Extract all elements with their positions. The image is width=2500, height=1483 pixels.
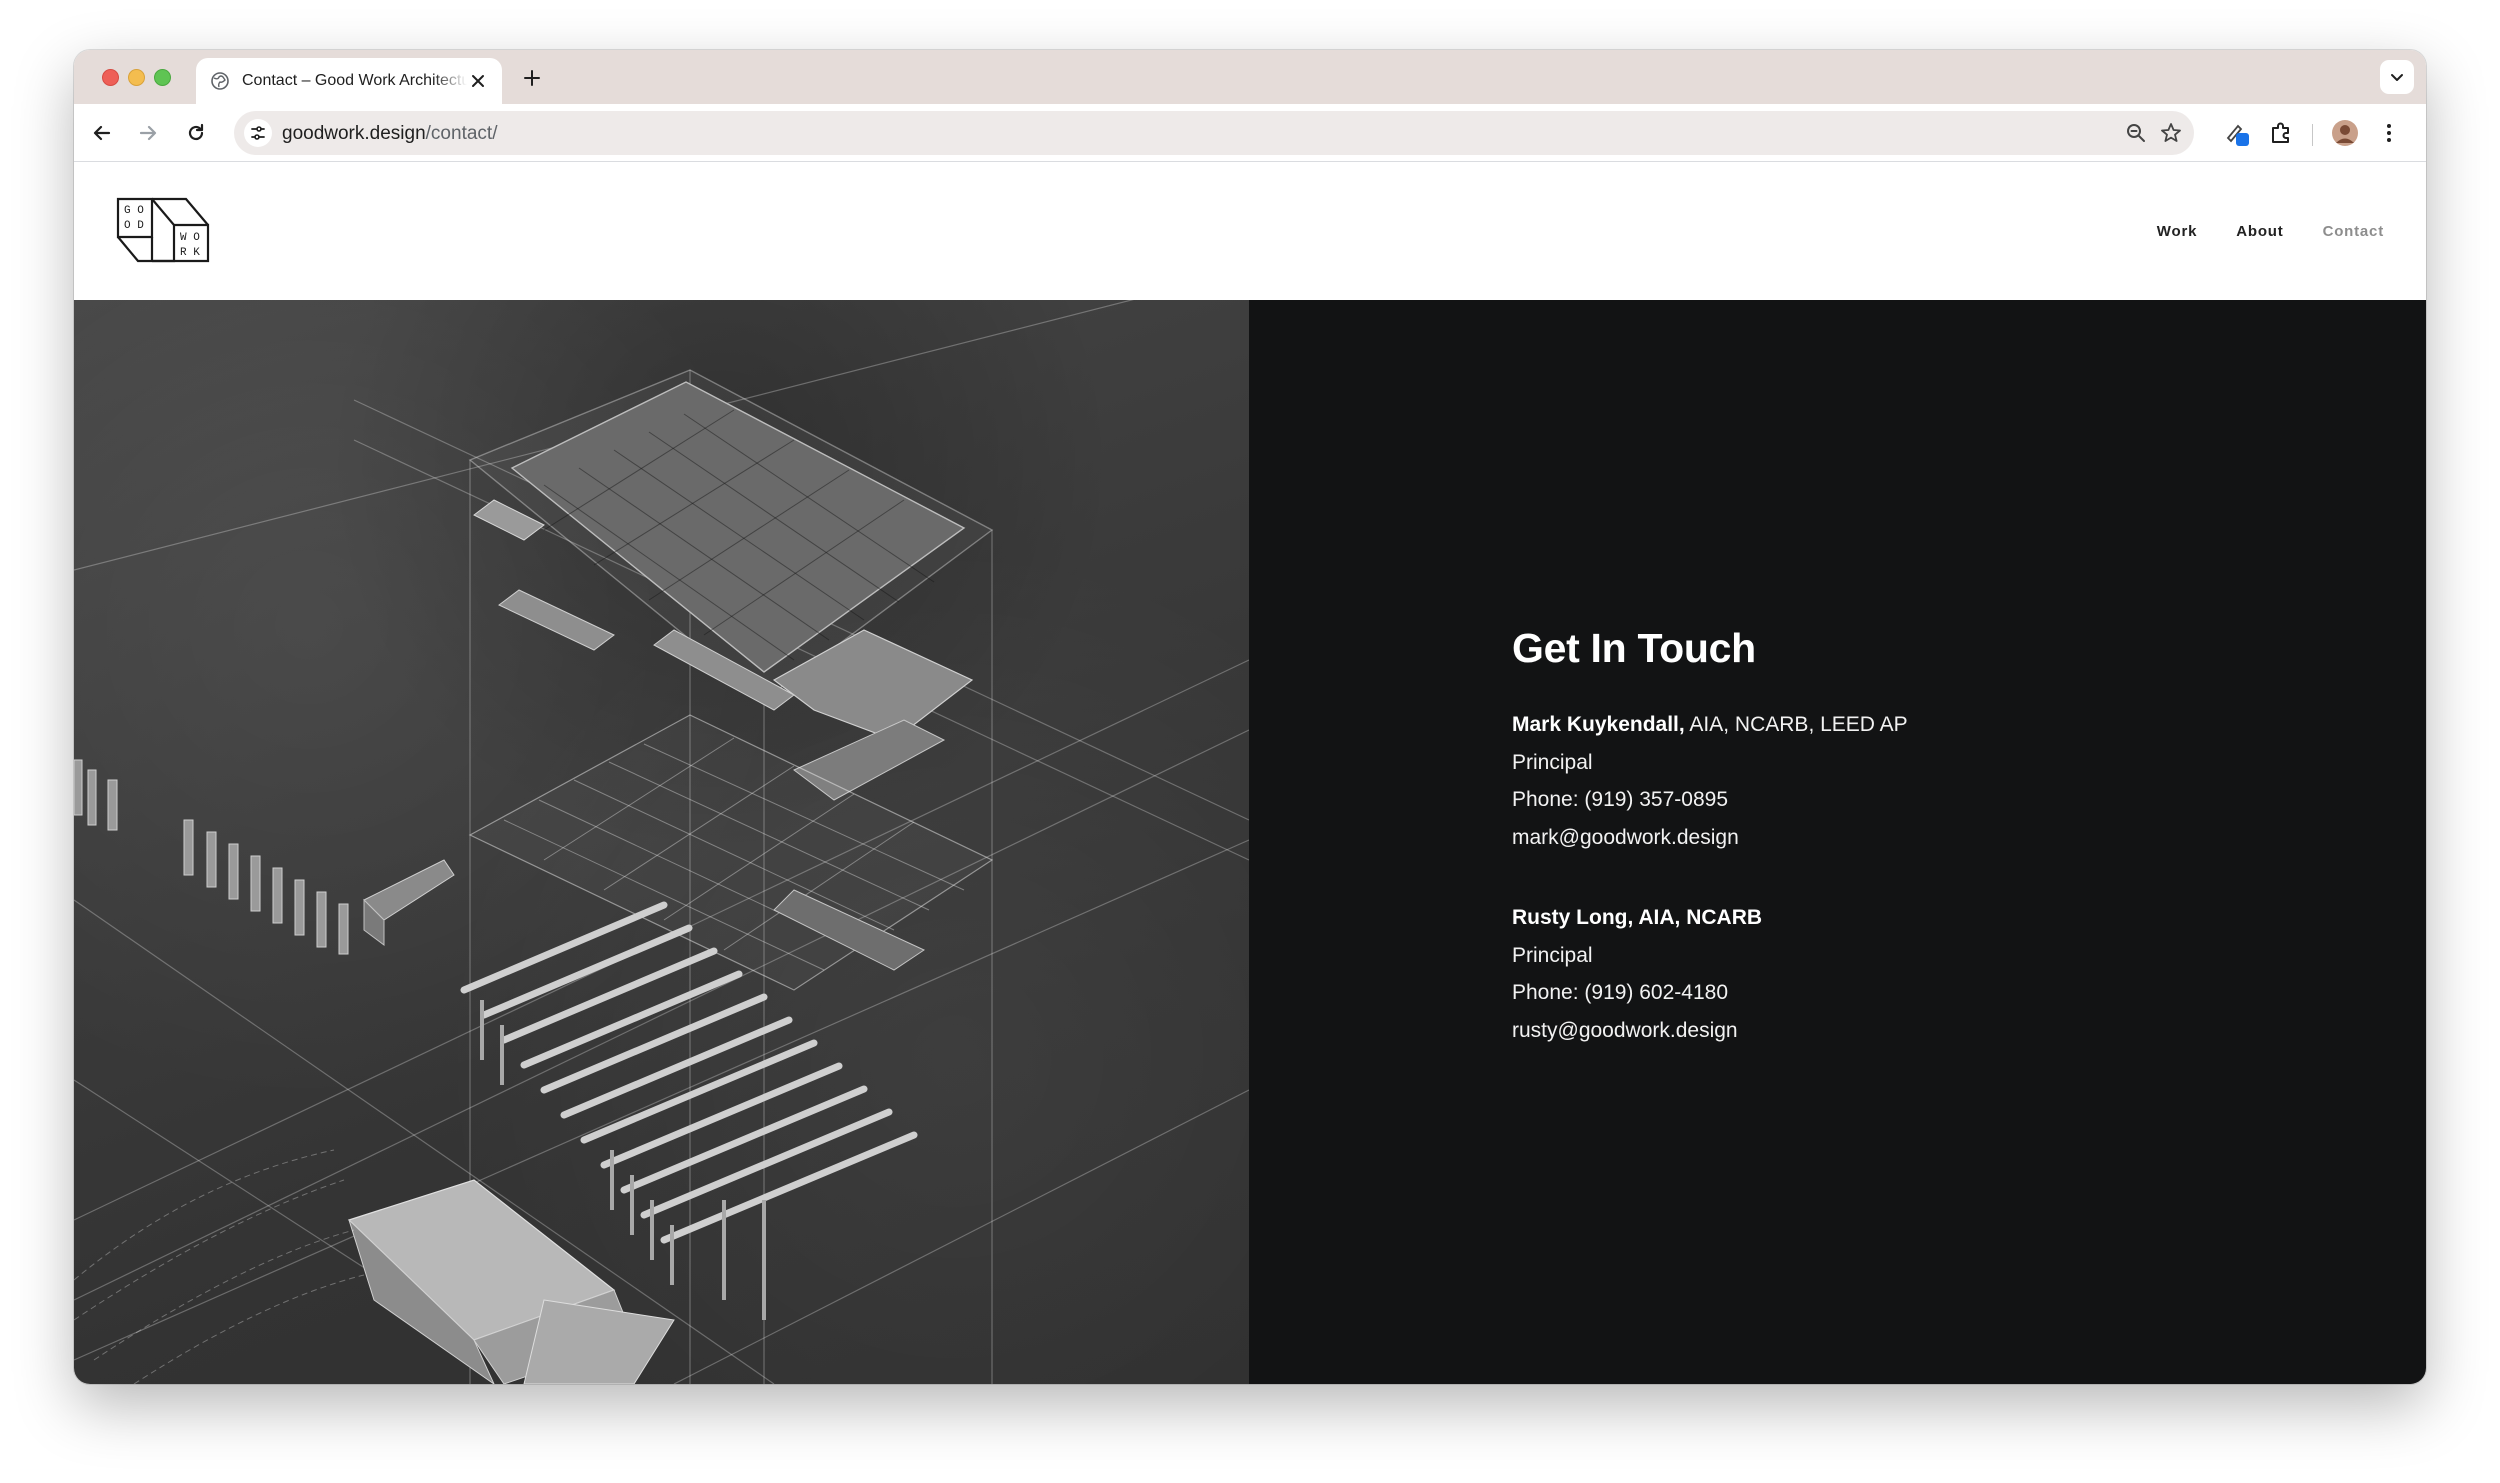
close-icon[interactable] xyxy=(466,69,490,93)
zoom-window-button[interactable] xyxy=(154,69,171,86)
contact-person-rusty: Rusty Long, AIA, NCARB Principal Phone: … xyxy=(1512,899,1908,1049)
site-header: G O O D W O R K Work About Contact xyxy=(74,163,2426,300)
extensions-button[interactable] xyxy=(2266,118,2296,148)
arrow-right-icon xyxy=(139,125,157,141)
person-phone[interactable]: Phone: (919) 602-4180 xyxy=(1512,974,1908,1012)
svg-text:O D: O D xyxy=(124,220,144,232)
person-role: Principal xyxy=(1512,943,1593,967)
architecture-drawing-image xyxy=(74,300,1249,1384)
chevron-down-icon xyxy=(2391,74,2403,81)
close-window-button[interactable] xyxy=(102,69,119,86)
arrow-left-icon xyxy=(93,125,111,141)
contact-person-mark: Mark Kuykendall, AIA, NCARB, LEED AP Pri… xyxy=(1512,706,1908,856)
contact-panel: Get In Touch Mark Kuykendall, AIA, NCARB… xyxy=(1249,300,2426,1384)
main-nav: Work About Contact xyxy=(2157,223,2384,240)
url-path: /contact/ xyxy=(425,123,498,144)
forward-button[interactable] xyxy=(132,117,164,149)
contact-heading: Get In Touch xyxy=(1512,625,1756,671)
person-name-line: Mark Kuykendall, AIA, NCARB, LEED AP xyxy=(1512,706,1908,744)
tune-icon xyxy=(251,126,265,140)
site-info-button[interactable] xyxy=(244,119,272,147)
extension-button[interactable] xyxy=(2222,118,2252,148)
reload-button[interactable] xyxy=(180,117,212,149)
nav-contact[interactable]: Contact xyxy=(2323,223,2384,240)
tab-strip: Contact – Good Work Architecture xyxy=(74,50,2426,104)
person-email[interactable]: rusty@goodwork.design xyxy=(1512,1012,1908,1050)
contact-info: Get In Touch Mark Kuykendall, AIA, NCARB… xyxy=(1512,625,1908,1092)
url-domain: goodwork.design xyxy=(282,123,426,144)
nav-work[interactable]: Work xyxy=(2157,223,2197,240)
puzzle-icon xyxy=(2272,122,2289,143)
kebab-menu-icon xyxy=(2387,124,2391,142)
back-button[interactable] xyxy=(86,117,118,149)
person-phone[interactable]: Phone: (919) 357-0895 xyxy=(1512,781,1908,819)
reload-icon xyxy=(188,123,204,141)
globe-icon xyxy=(211,72,229,90)
tab-search-button[interactable] xyxy=(2380,60,2414,94)
bookmark-star-icon[interactable] xyxy=(2159,121,2183,145)
address-bar[interactable]: goodwork.design/contact/ xyxy=(234,111,2194,155)
web-page: G O O D W O R K Work About Contact Get I… xyxy=(74,163,2426,1384)
zoom-icon[interactable] xyxy=(2124,121,2148,145)
toolbar-divider xyxy=(2312,124,2313,146)
person-credentials: AIA, NCARB, LEED AP xyxy=(1684,713,1908,736)
extension-pen-icon xyxy=(2226,124,2249,146)
browser-window: Contact – Good Work Architecture goodwor… xyxy=(74,50,2426,1384)
tab-title: Contact – Good Work Architecture xyxy=(242,72,467,89)
browser-menu-button[interactable] xyxy=(2374,118,2404,148)
person-name: Mark Kuykendall, xyxy=(1512,713,1685,736)
good-work-logo[interactable]: G O O D W O R K xyxy=(116,197,212,263)
svg-text:W O: W O xyxy=(180,232,200,244)
nav-about[interactable]: About xyxy=(2236,223,2283,240)
person-name: Rusty Long, AIA, NCARB xyxy=(1512,906,1763,929)
url-text[interactable]: goodwork.design/contact/ xyxy=(282,123,497,145)
browser-toolbar: goodwork.design/contact/ xyxy=(74,104,2426,162)
tab-contact[interactable]: Contact – Good Work Architecture xyxy=(196,58,502,104)
profile-avatar[interactable] xyxy=(2330,118,2360,148)
avatar-icon xyxy=(2332,120,2358,146)
new-tab-plus-icon[interactable] xyxy=(518,64,546,92)
axonometric-drawing xyxy=(74,300,1249,1384)
person-name-line: Rusty Long, AIA, NCARB xyxy=(1512,899,1908,937)
person-email[interactable]: mark@goodwork.design xyxy=(1512,819,1908,857)
minimize-window-button[interactable] xyxy=(128,69,145,86)
svg-text:R K: R K xyxy=(180,247,200,259)
svg-text:G O: G O xyxy=(124,205,144,217)
person-role: Principal xyxy=(1512,750,1593,774)
